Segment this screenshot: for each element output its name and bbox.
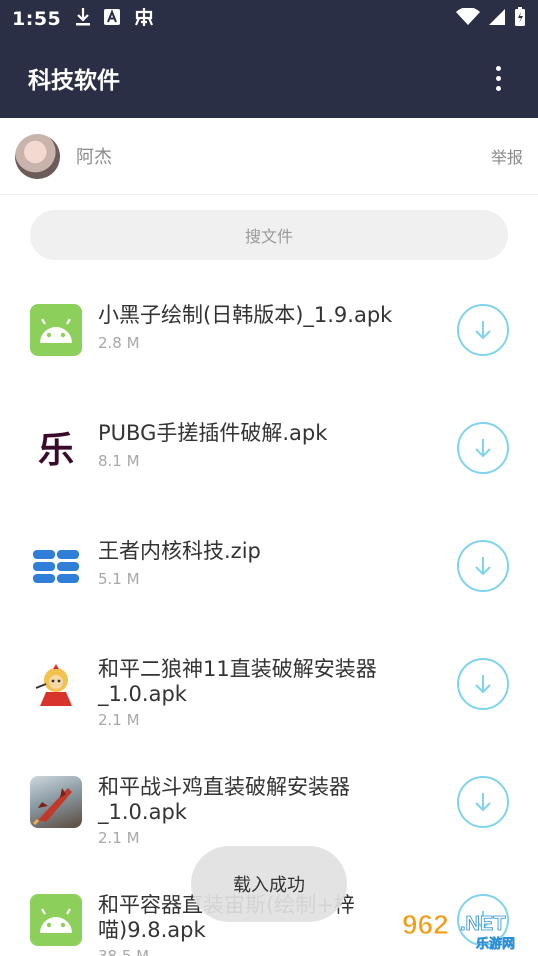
- zip-stack-icon: [30, 540, 82, 592]
- app-screen: 1:55 科技软件 阿杰 举报 搜文件 小黑子绘制(日韩版本)_1.9.apk …: [0, 0, 538, 956]
- page-title: 科技软件: [28, 68, 120, 94]
- more-menu-icon[interactable]: [486, 58, 510, 98]
- app-bar: 科技软件: [0, 38, 538, 118]
- download-arrow-icon: [475, 793, 491, 812]
- file-name: 小黑子绘制(日韩版本)_1.9.apk: [98, 303, 393, 327]
- font-a-icon: [103, 8, 121, 30]
- watermark-sub: 乐游网: [476, 936, 515, 952]
- report-button[interactable]: 举报: [491, 144, 523, 168]
- android-icon: [30, 894, 82, 946]
- jet-icon: [30, 776, 82, 828]
- avatar[interactable]: [15, 133, 60, 179]
- watermark-brand: 962: [402, 909, 449, 940]
- file-size: 2.8 M: [98, 334, 140, 352]
- bug-icon: [133, 6, 155, 32]
- svg-text:乐: 乐: [38, 429, 74, 471]
- download-button[interactable]: [457, 540, 509, 592]
- file-size: 38.5 M: [98, 947, 150, 956]
- toast-text: 载入成功: [233, 875, 305, 896]
- download-arrow-icon: [475, 557, 491, 576]
- download-button[interactable]: [457, 422, 509, 474]
- watermark-suffix: .NET: [460, 913, 506, 935]
- status-bar: 1:55: [0, 0, 538, 38]
- le-logo-icon: 乐: [30, 422, 82, 474]
- file-size: 2.1 M: [98, 711, 140, 729]
- download-button[interactable]: [457, 304, 509, 356]
- uploader-row: 阿杰 举报: [0, 118, 538, 195]
- download-button[interactable]: [457, 658, 509, 710]
- file-name: 和平战斗鸡直装破解安装器_1.0.apk: [98, 775, 350, 824]
- search-placeholder: 搜文件: [244, 227, 293, 246]
- download-arrow-icon: [475, 321, 491, 340]
- search-input[interactable]: 搜文件: [30, 210, 508, 260]
- android-icon: [30, 304, 82, 356]
- monkey-king-icon: [30, 658, 82, 710]
- file-size: 5.1 M: [98, 570, 140, 588]
- file-size: 8.1 M: [98, 452, 140, 470]
- uploader-name[interactable]: 阿杰: [76, 143, 112, 169]
- download-arrow-icon: [475, 675, 491, 694]
- download-arrow-icon: [475, 439, 491, 458]
- toast: 载入成功: [191, 846, 347, 922]
- download-button[interactable]: [457, 776, 509, 828]
- file-name: 和平二狼神11直装破解安装器_1.0.apk: [98, 657, 377, 706]
- battery-icon: [514, 7, 526, 31]
- file-name: 王者内核科技.zip: [98, 539, 261, 563]
- site-watermark: 962 .NET 乐游网: [398, 906, 532, 953]
- wifi-icon: [456, 7, 480, 30]
- file-size: 2.1 M: [98, 829, 140, 847]
- status-time: 1:55: [12, 8, 62, 30]
- file-name: PUBG手搓插件破解.apk: [98, 421, 328, 445]
- signal-icon: [488, 8, 506, 30]
- download-icon: [75, 7, 91, 31]
